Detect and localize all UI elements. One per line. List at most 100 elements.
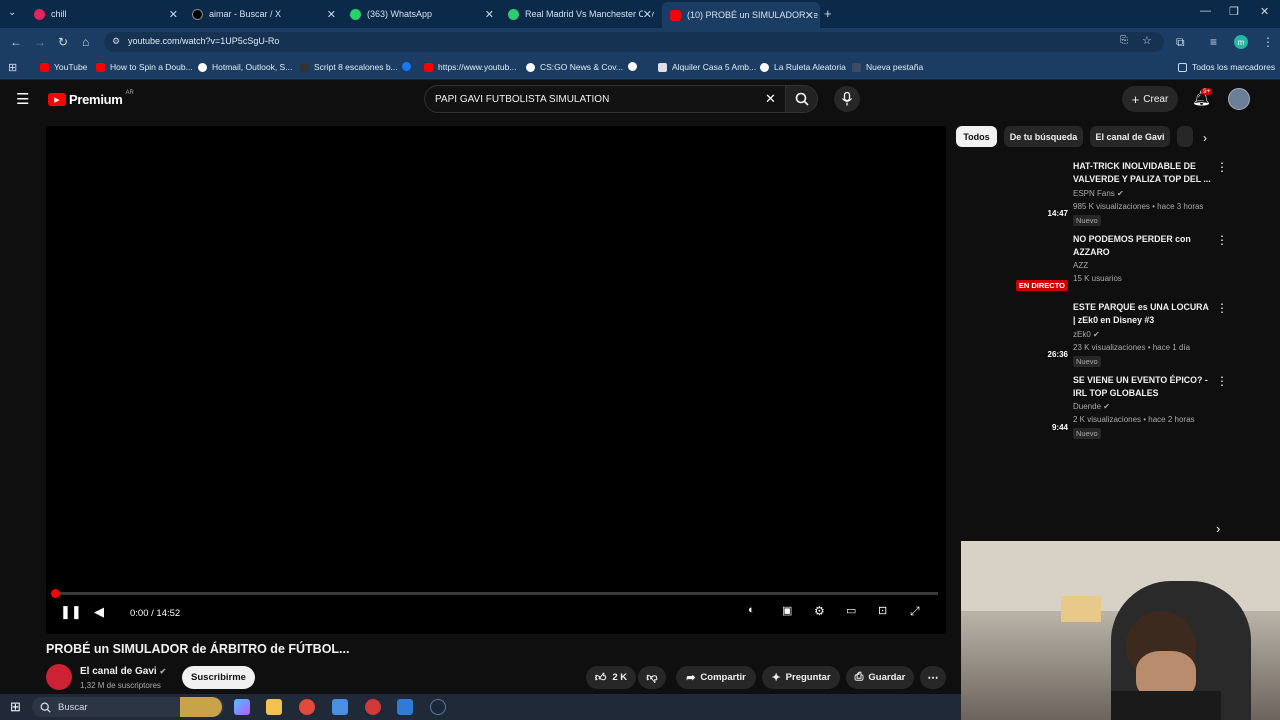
subscribe-button[interactable]: Suscribirme bbox=[182, 666, 255, 689]
account-avatar[interactable] bbox=[1228, 88, 1250, 110]
new-tab-icon[interactable]: + bbox=[824, 6, 832, 21]
chip-all[interactable]: Todos bbox=[956, 126, 997, 147]
chrome-icon[interactable] bbox=[299, 699, 315, 715]
search-button[interactable] bbox=[786, 85, 818, 113]
install-app-icon[interactable]: ⎘ bbox=[1120, 35, 1128, 46]
bookmark-item[interactable] bbox=[402, 62, 416, 71]
close-tab-icon[interactable]: ✕ bbox=[642, 7, 652, 21]
progress-scrubber[interactable] bbox=[51, 589, 60, 598]
bookmark-item[interactable] bbox=[628, 62, 642, 71]
steam-icon[interactable] bbox=[430, 699, 446, 715]
bookmark-item[interactable]: Alquiler Casa 5 Amb... bbox=[658, 62, 756, 72]
url-field[interactable]: ⚙ youtube.com/watch?v=1UP5cSgU-Ro ⎘ ☆ bbox=[104, 32, 1164, 52]
chip-more[interactable] bbox=[1177, 126, 1193, 147]
close-tab-icon[interactable]: ✕ bbox=[169, 8, 178, 21]
video-thumbnail[interactable]: 26:36 bbox=[960, 301, 1068, 363]
sidebar-next-icon[interactable]: › bbox=[1216, 521, 1220, 536]
taskbar-search[interactable]: Buscar bbox=[32, 697, 224, 717]
settings-gear-icon[interactable]: ⚙ bbox=[814, 604, 825, 618]
recommendation-channel[interactable]: zEk0 ✔ bbox=[1073, 330, 1100, 339]
all-bookmarks[interactable]: Todos los marcadores bbox=[1178, 62, 1275, 72]
dislike-button[interactable]: 👎︎ bbox=[638, 666, 666, 689]
menu-icon[interactable]: ☰ bbox=[16, 90, 29, 108]
apps-grid-icon[interactable]: ⊞ bbox=[8, 61, 17, 74]
calculator-icon[interactable] bbox=[332, 699, 348, 715]
fullscreen-icon[interactable]: ⤢ bbox=[910, 604, 920, 619]
tab-chill[interactable]: chill ✕ bbox=[26, 4, 184, 24]
share-button[interactable]: ➦ Compartir bbox=[676, 666, 756, 689]
reload-icon[interactable]: ↻ bbox=[58, 35, 68, 49]
minimize-icon[interactable]: — bbox=[1200, 5, 1211, 17]
video-player[interactable]: ❚❚ ◀︎ 0:00 / 14:52 ◐ ▣ ⚙ ▭ ⊡ ⤢ bbox=[46, 126, 946, 634]
profile-avatar-icon[interactable]: m bbox=[1234, 35, 1248, 49]
ask-button[interactable]: ✦ Preguntar bbox=[762, 666, 840, 689]
extensions-icon[interactable]: ⧉ bbox=[1176, 35, 1185, 50]
chips-next-icon[interactable]: › bbox=[1203, 131, 1207, 145]
browser-menu-icon[interactable]: ⋮ bbox=[1262, 35, 1274, 49]
close-tab-icon[interactable]: ✕ bbox=[327, 8, 336, 21]
forward-icon[interactable]: → bbox=[34, 35, 46, 49]
media-icon[interactable]: ≡ bbox=[1210, 35, 1217, 49]
recommendation-channel[interactable]: ESPN Fans ✔ bbox=[1073, 189, 1124, 198]
more-vertical-icon[interactable]: ⋮ bbox=[1216, 301, 1228, 315]
tab-whatsapp[interactable]: (363) WhatsApp ✕ bbox=[342, 4, 500, 24]
channel-avatar[interactable] bbox=[46, 664, 72, 690]
voice-search-button[interactable] bbox=[834, 86, 860, 112]
bookmark-star-icon[interactable]: ☆ bbox=[1142, 34, 1152, 47]
copilot-icon[interactable] bbox=[234, 699, 250, 715]
bookmark-item[interactable]: https://www.youtub... bbox=[424, 62, 516, 72]
create-button[interactable]: + Crear bbox=[1122, 86, 1178, 112]
pause-icon[interactable]: ❚❚ bbox=[60, 604, 82, 620]
video-thumbnail[interactable]: 14:47 bbox=[960, 160, 1068, 222]
close-tab-icon[interactable]: ✕ bbox=[485, 8, 494, 21]
bookmark-item[interactable]: La Ruleta Aleatoria bbox=[760, 62, 846, 72]
autoplay-toggle-icon[interactable]: ◐ bbox=[748, 604, 755, 616]
bookmark-item[interactable]: Script 8 escalones b... bbox=[300, 62, 398, 72]
app-icon[interactable] bbox=[365, 699, 381, 715]
recommendation-item[interactable]: EN DIRECTO NO PODEMOS PERDER con AZZARO … bbox=[960, 233, 1270, 299]
recommendation-item[interactable]: 9:44 SE VIENE UN EVENTO ÉPICO? - IRL TOP… bbox=[960, 374, 1270, 440]
bookmark-item[interactable]: How to Spin a Doub... bbox=[96, 62, 193, 72]
paint-icon[interactable] bbox=[397, 699, 413, 715]
volume-icon[interactable]: ◀︎ bbox=[94, 604, 104, 620]
more-actions-button[interactable]: ⋯ bbox=[920, 666, 946, 689]
search-box[interactable]: PAPI GAVI FUTBOLISTA SIMULATION ✕ bbox=[424, 85, 786, 113]
like-button[interactable]: 👍︎ 2 K bbox=[586, 666, 636, 689]
bookmark-item[interactable]: CS:GO News & Cov... bbox=[526, 62, 623, 72]
save-button[interactable]: ⎙ Guardar bbox=[846, 666, 914, 689]
file-explorer-icon[interactable] bbox=[266, 699, 282, 715]
more-vertical-icon[interactable]: ⋮ bbox=[1216, 233, 1228, 247]
more-vertical-icon[interactable]: ⋮ bbox=[1216, 374, 1228, 388]
close-tab-icon[interactable]: ✕ bbox=[804, 8, 814, 22]
bookmark-item[interactable]: Nueva pestaña bbox=[852, 62, 923, 72]
bookmark-item[interactable]: Hotmail, Outlook, S... bbox=[198, 62, 292, 72]
bookmark-item[interactable]: YouTube bbox=[40, 62, 87, 72]
back-icon[interactable]: ← bbox=[10, 35, 22, 49]
close-window-icon[interactable]: ✕ bbox=[1260, 5, 1269, 18]
miniplayer-icon[interactable]: ▭ bbox=[846, 604, 856, 617]
chip-channel[interactable]: El canal de Gavi bbox=[1090, 126, 1170, 147]
tab-x-search[interactable]: aimar - Buscar / X ✕ bbox=[184, 4, 342, 24]
recommendation-channel[interactable]: AZZ bbox=[1073, 261, 1088, 270]
home-icon[interactable]: ⌂ bbox=[82, 35, 89, 49]
recommendation-title[interactable]: NO PODEMOS PERDER con AZZARO bbox=[1073, 233, 1213, 259]
tab-youtube-active[interactable]: (10) PROBÉ un SIMULADOR de ✕ bbox=[662, 2, 820, 28]
recommendation-channel[interactable]: Duende ✔ bbox=[1073, 402, 1110, 411]
search-input[interactable]: PAPI GAVI FUTBOLISTA SIMULATION bbox=[435, 94, 609, 105]
clear-search-icon[interactable]: ✕ bbox=[765, 91, 776, 107]
restore-icon[interactable]: ❐ bbox=[1229, 5, 1239, 18]
recommendation-item[interactable]: 14:47 HAT-TRICK INOLVIDABLE DE VALVERDE … bbox=[960, 160, 1270, 226]
cast-icon[interactable]: ⊡ bbox=[878, 604, 887, 617]
tab-real-madrid[interactable]: Real Madrid Vs Manchester City ✕ bbox=[500, 4, 658, 24]
site-info-icon[interactable]: ⚙ bbox=[112, 36, 120, 47]
subtitles-icon[interactable]: ▣ bbox=[782, 604, 792, 617]
recommendation-title[interactable]: ESTE PARQUE es UNA LOCURA | zEk0 en Disn… bbox=[1073, 301, 1213, 327]
youtube-logo[interactable]: ▶ Premium AR bbox=[48, 90, 134, 107]
recommendation-item[interactable]: 26:36 ESTE PARQUE es UNA LOCURA | zEk0 e… bbox=[960, 301, 1270, 367]
recommendation-title[interactable]: HAT-TRICK INOLVIDABLE DE VALVERDE Y PALI… bbox=[1073, 160, 1213, 186]
more-vertical-icon[interactable]: ⋮ bbox=[1216, 160, 1228, 174]
video-thumbnail[interactable]: 9:44 bbox=[960, 374, 1068, 436]
recommendation-title[interactable]: SE VIENE UN EVENTO ÉPICO? - IRL TOP GLOB… bbox=[1073, 374, 1213, 400]
video-thumbnail[interactable]: EN DIRECTO bbox=[960, 233, 1068, 295]
channel-name[interactable]: El canal de Gavi ✔ bbox=[80, 666, 166, 677]
